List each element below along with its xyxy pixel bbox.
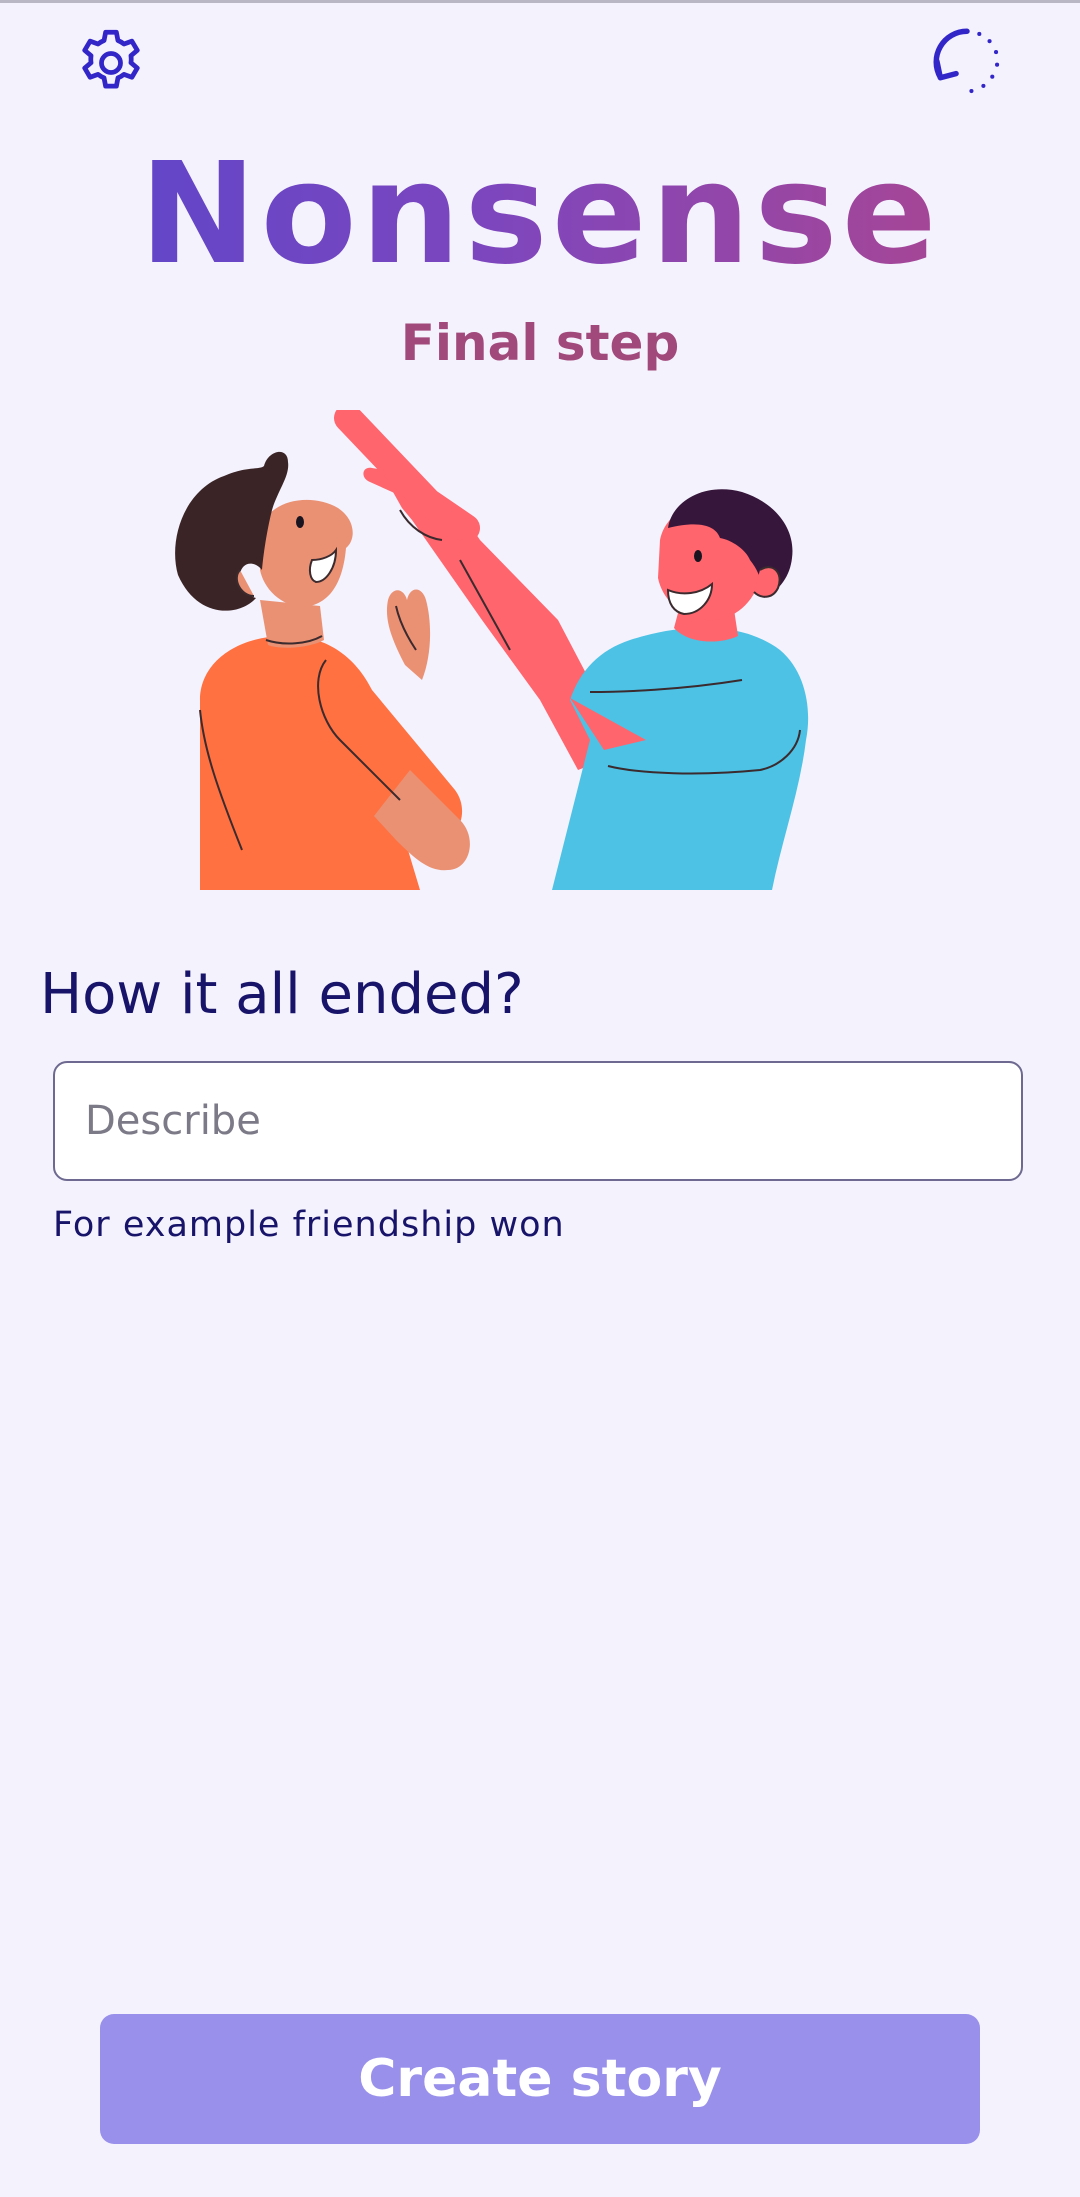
settings-button[interactable] [66,22,156,104]
input-helper-text: For example friendship won [53,1205,565,1245]
gear-icon [82,29,140,89]
ending-input-container [53,1061,1023,1181]
question-heading: How it all ended? [40,962,524,1027]
two-people-pointing-illustration [175,410,809,890]
restart-button[interactable] [922,20,1012,104]
step-label: Final step [400,314,680,372]
restart-dotted-arrow-icon [933,28,1000,94]
create-story-button[interactable]: Create story [100,2014,980,2144]
describe-ending-input[interactable] [55,1063,1021,1179]
app-title: Nonsense [0,140,1080,290]
create-story-label: Create story [358,2049,722,2109]
status-divider [0,0,1080,3]
